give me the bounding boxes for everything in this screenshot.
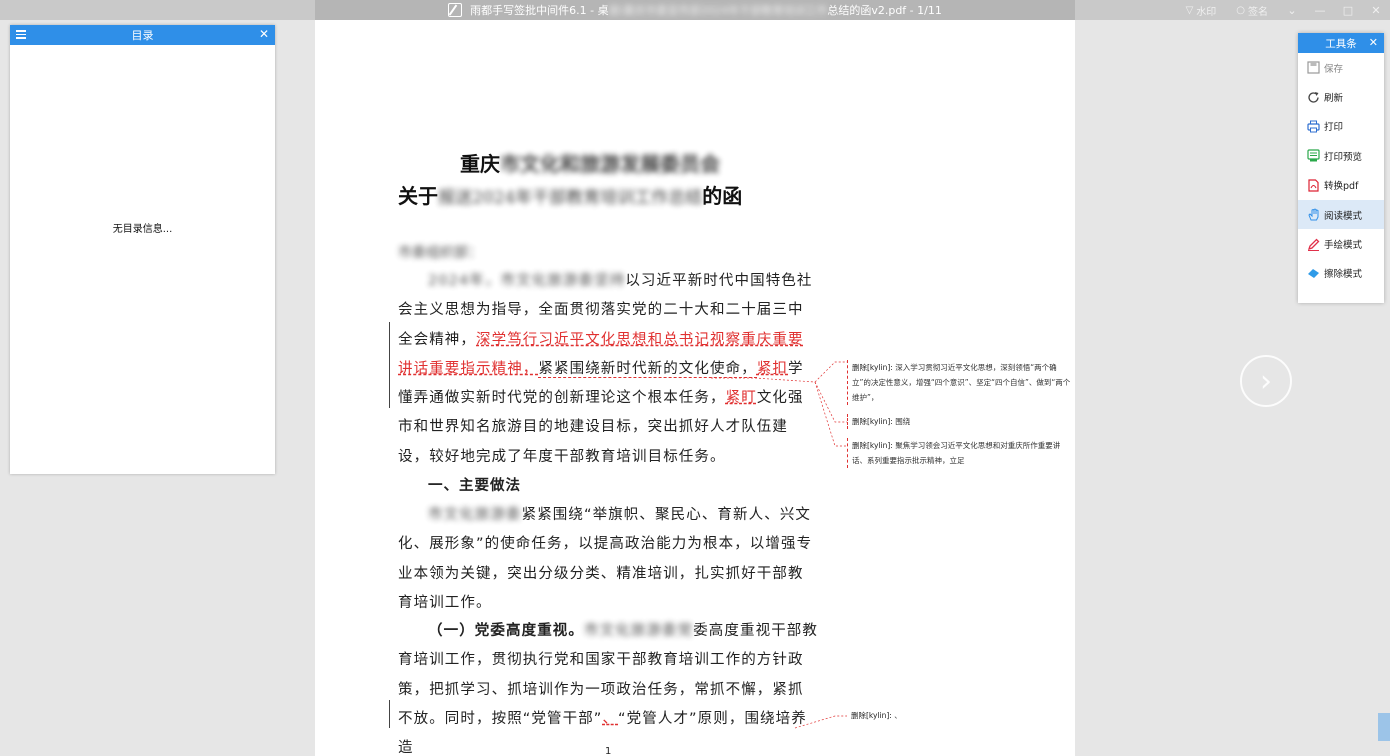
comment-text: 围绕 bbox=[895, 417, 911, 426]
revision-comment[interactable]: 删除[kylin]: 围绕 bbox=[847, 414, 1075, 429]
window-title: 雨都手写签批中间件6.1 - 桌 面\重庆市委宣传部2024年干部教育培训工作 … bbox=[315, 0, 1075, 20]
revision-comment[interactable]: 删除[kylin]: 聚焦学习领会习近平文化思想和对重庆所作重要讲话、系列重要指… bbox=[847, 438, 1075, 468]
heading2-redacted: 报送2024年干部教育培训工作总结 bbox=[438, 188, 703, 208]
toolbox-panel: 工具条 ✕ 保存 刷新 打印 打印预览 转换pdf 阅读模式 手绘模式 擦除模式 bbox=[1298, 33, 1384, 303]
print-label: 打印 bbox=[1324, 122, 1344, 134]
heading1-redacted: 市文化和旅游发展委员会 bbox=[500, 152, 720, 176]
watermark-label: 水印 bbox=[1196, 6, 1217, 18]
hand-icon bbox=[1306, 208, 1320, 222]
chevron-left-icon: ‹ bbox=[126, 363, 138, 399]
toolbox-title: 工具条 bbox=[1325, 37, 1357, 50]
watermark-button[interactable]: ▽ 水印 bbox=[1176, 3, 1227, 18]
sign-button[interactable]: ○ 签名 bbox=[1226, 3, 1278, 18]
toolbox-close-icon[interactable]: ✕ bbox=[1369, 36, 1378, 49]
convert-pdf-label: 转换pdf bbox=[1324, 181, 1359, 193]
p3-redacted: 市文化旅游委党 bbox=[584, 623, 694, 639]
toolbox-header: 工具条 ✕ bbox=[1298, 33, 1384, 53]
save-button[interactable]: 保存 bbox=[1298, 53, 1384, 82]
read-mode-button[interactable]: 阅读模式 bbox=[1298, 199, 1384, 230]
toc-panel: 目录 ✕ 无目录信息... bbox=[10, 25, 275, 474]
p1-redacted: 2024年，市文化旅游委坚持 bbox=[428, 273, 626, 289]
save-icon bbox=[1306, 61, 1320, 75]
addressee: 市委组织部： bbox=[398, 245, 482, 261]
toc-close-icon[interactable]: ✕ bbox=[259, 27, 269, 41]
doc-heading-line2: 关于报送2024年干部教育培训工作总结的函 bbox=[398, 180, 742, 209]
erase-mode-button[interactable]: 擦除模式 bbox=[1298, 259, 1384, 288]
comment-author: 删除[kylin]: bbox=[851, 711, 892, 720]
list-icon[interactable] bbox=[16, 30, 26, 39]
sign-icon: ○ bbox=[1236, 4, 1245, 16]
watermark-icon: ▽ bbox=[1185, 4, 1194, 16]
print-button[interactable]: 打印 bbox=[1298, 112, 1384, 141]
section-heading-1: 一、主要做法 bbox=[428, 478, 521, 494]
draw-mode-button[interactable]: 手绘模式 bbox=[1298, 229, 1384, 258]
eraser-icon bbox=[1306, 266, 1320, 280]
comment-connectors bbox=[711, 361, 847, 729]
draw-mode-label: 手绘模式 bbox=[1324, 240, 1363, 252]
comment-author: 删除[kylin]: bbox=[852, 417, 893, 426]
p3-bold: （一）党委高度重视。 bbox=[428, 623, 584, 639]
page-number: 1 bbox=[605, 746, 612, 756]
refresh-label: 刷新 bbox=[1324, 93, 1344, 105]
side-expand-tab[interactable] bbox=[1378, 713, 1390, 741]
refresh-button[interactable]: 刷新 bbox=[1298, 82, 1384, 111]
p2-redacted: 市文化旅游委 bbox=[428, 507, 522, 523]
heading1-visible: 重庆 bbox=[460, 152, 500, 176]
print-preview-button[interactable]: 打印预览 bbox=[1298, 141, 1384, 170]
heading2-prefix: 关于 bbox=[398, 184, 438, 208]
comment-text: 、 bbox=[894, 711, 902, 720]
doc-heading-line1: 重庆市文化和旅游发展委员会 bbox=[460, 148, 720, 177]
read-mode-label: 阅读模式 bbox=[1324, 210, 1363, 222]
document-page[interactable]: 重庆市文化和旅游发展委员会 关于报送2024年干部教育培训工作总结的函 市委组织… bbox=[315, 20, 1075, 756]
toc-title: 目录 bbox=[131, 29, 154, 42]
comment-author: 删除[kylin]: bbox=[852, 441, 893, 450]
maximize-button[interactable]: □ bbox=[1334, 0, 1362, 20]
pen-icon bbox=[1306, 237, 1320, 251]
title-suffix: 总结的函v2.pdf - 1/11 bbox=[827, 4, 942, 17]
change-bar bbox=[389, 700, 390, 728]
print-preview-icon bbox=[1306, 149, 1320, 163]
title-redacted: 面\重庆市委宣传部2024年干部教育培训工作 bbox=[608, 4, 828, 17]
close-button[interactable]: ✕ bbox=[1362, 0, 1390, 20]
refresh-icon bbox=[1306, 90, 1320, 104]
sign-label: 签名 bbox=[1248, 6, 1268, 18]
change-bar bbox=[389, 322, 390, 408]
minimize-button[interactable]: — bbox=[1306, 0, 1334, 20]
convert-pdf-button[interactable]: 转换pdf bbox=[1298, 171, 1384, 200]
toc-empty-message: 无目录信息... bbox=[112, 224, 173, 235]
erase-mode-label: 擦除模式 bbox=[1324, 269, 1363, 281]
print-preview-label: 打印预览 bbox=[1324, 151, 1363, 163]
comment-author: 删除[kylin]: bbox=[852, 363, 893, 372]
revision-comment[interactable]: 删除[kylin]: 深入学习贯彻习近平文化思想，深刻领悟“两个确立”的决定性意… bbox=[847, 360, 1075, 405]
app-pen-icon bbox=[448, 3, 463, 17]
revision-comment[interactable]: 删除[kylin]: 、 bbox=[847, 708, 1075, 723]
print-icon bbox=[1306, 119, 1320, 133]
revision-insert-4[interactable]: 、 bbox=[602, 711, 618, 727]
prev-page-button[interactable]: ‹ bbox=[106, 355, 158, 407]
heading2-suffix: 的函 bbox=[702, 184, 743, 208]
title-bar: 雨都手写签批中间件6.1 - 桌 面\重庆市委宣传部2024年干部教育培训工作 … bbox=[0, 0, 1390, 20]
toc-header: 目录 ✕ bbox=[10, 25, 275, 45]
pdf-icon bbox=[1306, 178, 1320, 192]
next-page-button[interactable]: › bbox=[1240, 355, 1292, 407]
title-prefix: 雨都手写签批中间件6.1 - 桌 bbox=[470, 4, 609, 17]
chevron-right-icon: › bbox=[1260, 363, 1272, 399]
save-label: 保存 bbox=[1324, 63, 1344, 75]
dropdown-button[interactable]: ⌄ bbox=[1278, 0, 1306, 20]
